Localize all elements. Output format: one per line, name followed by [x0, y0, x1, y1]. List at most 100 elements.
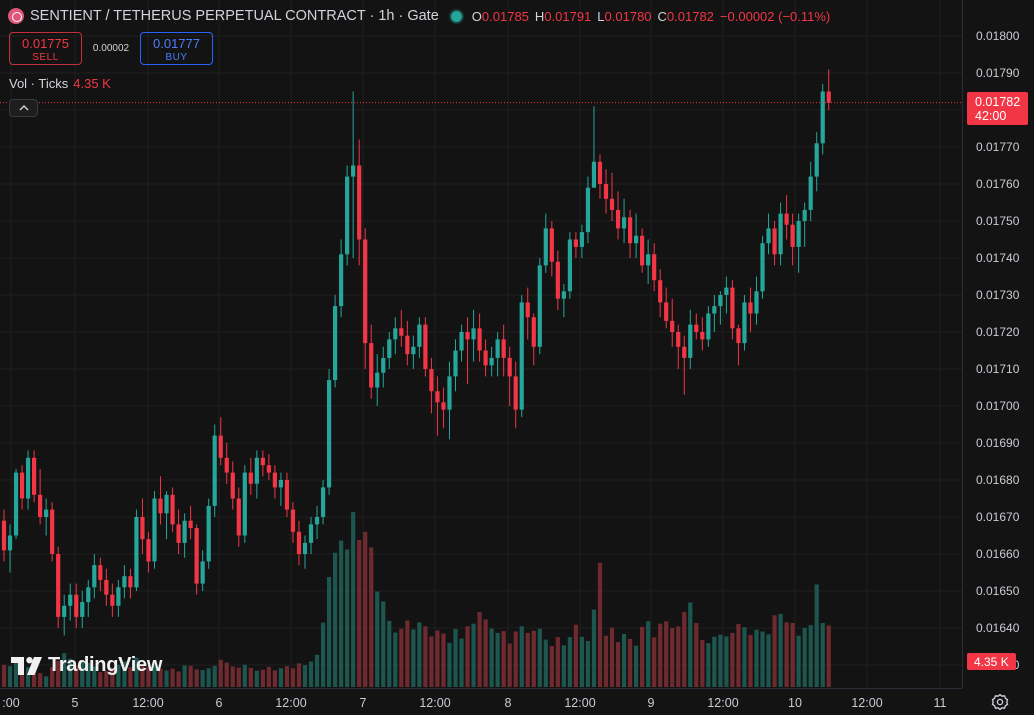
time-axis[interactable]: :00 5 12:00 6 12:00 7 12:00 8 12:00 9 12:00 10 12:00… [0, 688, 962, 715]
chart-legend-header: SENTIENT / TETHERUS PERPETUAL CONTRACT ·… [8, 6, 836, 26]
ohlc-change: −0.00002 (−0.11%) [719, 8, 831, 24]
candle-body [176, 524, 181, 543]
candle-body [25, 457, 31, 499]
candle-body [435, 391, 440, 403]
volume-bar [435, 630, 440, 687]
candle-body [19, 472, 25, 499]
volume-bar [549, 645, 554, 687]
candle-body [591, 161, 597, 188]
watermark-text: TradingView [48, 654, 163, 676]
candle-body [682, 346, 687, 358]
volume-bar [194, 669, 199, 687]
chart-settings-button[interactable] [990, 692, 1010, 712]
candle-body [164, 494, 169, 514]
candle-body [772, 228, 777, 255]
volume-bar [784, 622, 789, 687]
candle-body [339, 254, 344, 307]
candle-body [724, 287, 729, 295]
volume-bar [718, 634, 723, 687]
price-tick-label: 0.01750 [976, 214, 1020, 228]
candle-body [13, 472, 19, 536]
time-tick-label: 5 [71, 696, 79, 710]
volume-bar [778, 613, 783, 687]
volume-bar [1, 664, 7, 687]
candle-body [694, 324, 699, 332]
volume-bar [236, 667, 241, 687]
volume-bar [802, 627, 807, 687]
volume-bar [790, 623, 795, 687]
volume-legend-label: Vol · Ticks [9, 76, 69, 91]
candle-body [513, 376, 518, 410]
volume-bar [579, 636, 585, 687]
buy-price: 0.01777 [153, 36, 200, 51]
candle-body [489, 357, 494, 366]
collapse-legend-button[interactable] [9, 99, 38, 117]
candle-body [110, 594, 115, 606]
candle-body [712, 306, 717, 314]
time-tick-label: 12:00 [419, 696, 451, 710]
candle-body [615, 209, 621, 229]
candle-body [308, 524, 314, 543]
candle-body [242, 472, 247, 536]
volume-bar [555, 637, 560, 687]
time-tick-label: 12:00 [132, 696, 164, 710]
candle-body [549, 228, 554, 262]
market-status-icon[interactable] [450, 10, 462, 22]
candle-body [357, 165, 362, 240]
candle-body [134, 517, 139, 588]
volume-bar [44, 676, 49, 687]
candle-body [194, 528, 199, 584]
candle-body [802, 209, 807, 221]
volume-bar [489, 628, 494, 687]
ohlc-open: O0.01785 [471, 8, 529, 24]
candlestick-chart[interactable] [0, 0, 962, 688]
candle-body [116, 587, 121, 606]
time-tick-label: 11 [933, 696, 947, 710]
volume-bar [423, 626, 428, 687]
candle-body [314, 517, 320, 525]
candle-body [122, 576, 127, 588]
candle-body [387, 339, 392, 358]
volume-bar [615, 642, 621, 687]
candle-body [351, 165, 356, 177]
candle-body [290, 509, 296, 532]
symbol-title[interactable]: SENTIENT / TETHERUS PERPETUAL CONTRACT ·… [30, 8, 439, 24]
volume-bar [700, 639, 705, 687]
volume-bar [441, 633, 446, 687]
volume-bar [561, 645, 566, 687]
price-tick-label: 0.01700 [976, 399, 1020, 413]
candle-body [706, 313, 711, 340]
volume-bar [182, 665, 187, 687]
candle-body [634, 235, 639, 244]
candle-body [814, 143, 819, 177]
volume-bar [634, 645, 639, 687]
volume-bar [290, 668, 296, 687]
tradingview-logo-icon [11, 656, 42, 675]
volume-bar [164, 670, 169, 687]
volume-bar [369, 547, 374, 687]
sell-button[interactable]: 0.01775 SELL [9, 32, 82, 65]
volume-bar [501, 631, 506, 687]
tradingview-watermark[interactable]: TradingView [11, 654, 162, 677]
candle-body [453, 350, 458, 377]
candle-body [92, 565, 97, 588]
candle-body [501, 339, 506, 358]
volume-bar [658, 623, 663, 687]
candle-body [537, 265, 542, 347]
candle-body [212, 435, 217, 506]
buy-button[interactable]: 0.01777 BUY [140, 32, 213, 65]
candle-body [381, 357, 386, 373]
candle-body [320, 487, 326, 517]
volume-bar [646, 621, 651, 687]
candle-body [700, 332, 705, 340]
candle-body [200, 561, 205, 584]
volume-bar [393, 632, 398, 687]
candle-body [272, 472, 277, 488]
candle-body [86, 587, 91, 603]
price-tick-label: 0.01760 [976, 177, 1020, 191]
candle-body [230, 472, 235, 499]
chart-pane[interactable] [0, 0, 962, 688]
time-tick-label: :00 [2, 696, 20, 710]
volume-legend[interactable]: Vol · Ticks 4.35 K [9, 76, 111, 91]
last-price-value: 0.01782 [975, 95, 1021, 109]
